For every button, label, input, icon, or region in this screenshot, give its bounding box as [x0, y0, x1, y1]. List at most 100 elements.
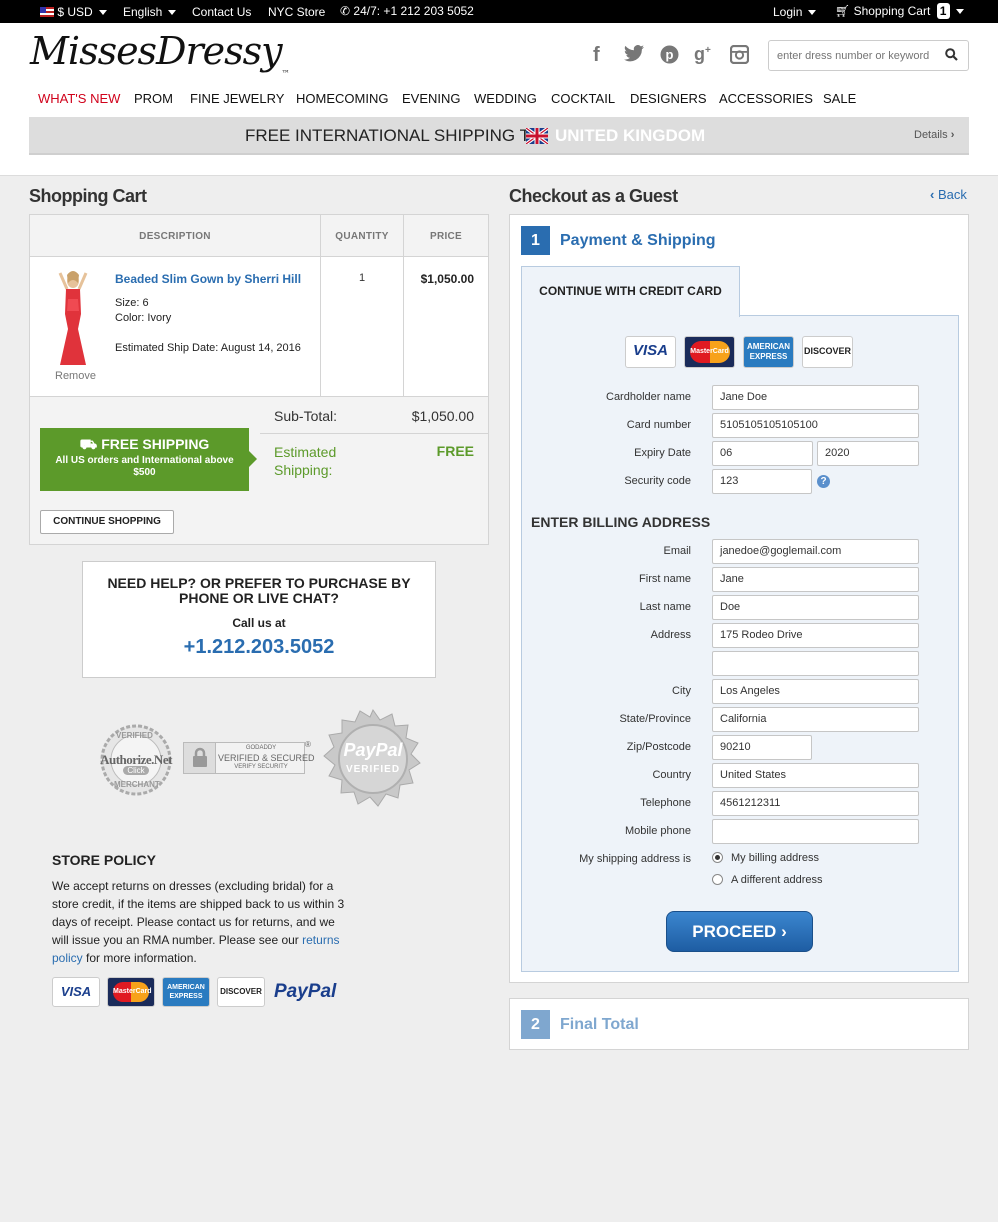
zip-field[interactable]: 90210 — [712, 735, 812, 760]
cart-count-badge: 1 — [936, 3, 950, 19]
security-code-label: Security code — [624, 475, 691, 487]
amex-card-icon: AMERICAN EXPRESS — [162, 977, 210, 1007]
shipping-label: Estimated Shipping: — [274, 443, 336, 479]
divider — [260, 433, 488, 434]
login-label: Login — [773, 5, 803, 19]
security-code-input[interactable]: 123 — [712, 469, 812, 494]
godaddy-badge[interactable]: GODADDY VERIFIED & SECURED VERIFY SECURI… — [183, 742, 315, 774]
currency-label: $ USD — [57, 5, 93, 19]
site-logo[interactable]: MissesDressy™ — [30, 29, 290, 78]
nav-wedding[interactable]: WEDDING — [474, 91, 537, 106]
expiry-year-input[interactable]: 2020 — [817, 441, 919, 466]
shipping-label-line1: Estimated — [274, 444, 337, 460]
nav-homecoming[interactable]: HOMECOMING — [296, 91, 388, 106]
nav-prom[interactable]: PROM — [134, 91, 173, 106]
mastercard-text: MasterCard — [689, 341, 730, 363]
phone-icon: ✆ — [340, 4, 351, 18]
help-icon[interactable]: ? — [817, 475, 830, 488]
product-quantity[interactable]: 1 — [321, 272, 403, 284]
card-number-input[interactable]: 5105105105105100 — [712, 413, 919, 438]
search-icon[interactable] — [945, 48, 958, 64]
contact-link[interactable]: Contact Us — [192, 5, 251, 19]
search-box — [768, 40, 969, 71]
shipping-label-line2: Shipping: — [274, 462, 333, 478]
shipping-address-label: My shipping address is — [579, 853, 691, 865]
nav-sale[interactable]: SALE — [823, 91, 856, 106]
top-bar: $ USD English Contact Us NYC Store ✆ 24/… — [0, 0, 998, 23]
nav-whats-new[interactable]: WHAT'S NEW — [38, 91, 120, 106]
nav-fine-jewelry[interactable]: FINE JEWELRY — [190, 91, 284, 106]
nav-evening[interactable]: EVENING — [402, 91, 461, 106]
nav-cocktail[interactable]: COCKTAIL — [551, 91, 615, 106]
checkout-title: Checkout as a Guest — [509, 186, 678, 206]
radio-billing-address[interactable] — [712, 852, 723, 863]
mobile-field[interactable] — [712, 819, 919, 844]
product-name-link[interactable]: Beaded Slim Gown by Sherri Hill — [115, 272, 301, 286]
authorize-net-badge[interactable]: VERIFIED Authorize.Net Click MERCHANT — [92, 724, 180, 799]
cart-title: Shopping Cart — [29, 186, 147, 206]
currency-selector[interactable]: $ USD — [40, 5, 107, 19]
tab-credit-card[interactable]: CONTINUE WITH CREDIT CARD — [521, 266, 740, 317]
banner-details-link[interactable]: Details › — [914, 129, 954, 141]
search-input[interactable] — [769, 41, 934, 70]
product-ship-date: Estimated Ship Date: August 14, 2016 — [115, 342, 301, 354]
expiry-month-input[interactable]: 06 — [712, 441, 813, 466]
uk-flag-icon — [524, 126, 550, 147]
visa-card-icon: VISA — [625, 336, 676, 368]
last-name-label: Last name — [639, 601, 691, 613]
th-description: DESCRIPTION — [139, 231, 211, 242]
proceed-button[interactable]: PROCEED › — [666, 911, 813, 952]
phone-link[interactable]: ✆ 24/7: +1 212 203 5052 — [340, 4, 474, 18]
cart-label: Shopping Cart — [853, 4, 931, 18]
shipping-banner: FREE INTERNATIONAL SHIPPING TO UNITED KI… — [29, 117, 969, 155]
mastercard-text: MasterCard — [113, 982, 152, 1002]
facebook-icon[interactable]: f — [593, 44, 600, 67]
google-plus-icon[interactable]: g+ — [694, 44, 711, 65]
nyc-store-link[interactable]: NYC Store — [268, 5, 325, 19]
chevron-down-icon — [955, 9, 964, 15]
card-number-label: Card number — [626, 419, 691, 431]
login-link[interactable]: Login — [773, 5, 817, 19]
continue-shopping-button[interactable]: CONTINUE SHOPPING — [40, 510, 174, 534]
first-name-field[interactable]: Jane — [712, 567, 919, 592]
address-line2-field[interactable] — [712, 651, 919, 676]
us-flag-icon — [40, 7, 54, 17]
radio-different-address[interactable] — [712, 874, 723, 885]
nav-designers[interactable]: DESIGNERS — [630, 91, 707, 106]
step-payment-shipping: 1 Payment & Shipping CONTINUE WITH CREDI… — [509, 214, 969, 983]
proceed-label: PROCEED — [692, 922, 777, 941]
shopping-cart-link[interactable]: 🛒︎ Shopping Cart 1 — [835, 3, 964, 19]
cardholder-input[interactable]: Jane Doe — [712, 385, 919, 410]
radio-billing-label[interactable]: My billing address — [731, 852, 819, 864]
store-policy-title: STORE POLICY — [52, 852, 156, 868]
step-final-total[interactable]: 2 Final Total — [509, 998, 969, 1050]
twitter-icon[interactable] — [624, 45, 644, 65]
radio-different-label[interactable]: A different address — [731, 874, 823, 886]
authorize-click-text: Click — [123, 766, 149, 775]
country-field[interactable]: United States — [712, 763, 919, 788]
last-name-field[interactable]: Doe — [712, 595, 919, 620]
city-label: City — [672, 685, 691, 697]
instagram-icon[interactable] — [729, 44, 750, 67]
product-thumbnail[interactable] — [48, 269, 98, 370]
back-link[interactable]: ‹ Back — [930, 187, 967, 202]
address-field[interactable]: 175 Rodeo Drive — [712, 623, 919, 648]
telephone-field[interactable]: 4561212311 — [712, 791, 919, 816]
language-selector[interactable]: English — [123, 5, 177, 19]
free-shipping-title-text: FREE SHIPPING — [101, 436, 210, 452]
expiry-label: Expiry Date — [634, 447, 691, 459]
telephone-label: Telephone — [640, 797, 691, 809]
mastercard-card-icon: MasterCard — [107, 977, 155, 1007]
city-field[interactable]: Los Angeles — [712, 679, 919, 704]
nav-accessories[interactable]: ACCESSORIES — [719, 91, 813, 106]
free-shipping-badge: ⛟ FREE SHIPPING All US orders and Intern… — [40, 428, 257, 491]
pinterest-icon[interactable]: p — [660, 45, 679, 67]
remove-link[interactable]: Remove — [55, 370, 96, 382]
first-name-label: First name — [639, 573, 691, 585]
state-field[interactable]: California — [712, 707, 919, 732]
discover-card-icon: DISCOVER — [217, 977, 265, 1007]
email-field[interactable]: janedoe@goglemail.com — [712, 539, 919, 564]
help-phone-link[interactable]: +1.212.203.5052 — [83, 636, 435, 659]
back-label: Back — [937, 187, 967, 202]
paypal-verified-badge[interactable]: PayPal VERIFIED — [320, 708, 426, 813]
